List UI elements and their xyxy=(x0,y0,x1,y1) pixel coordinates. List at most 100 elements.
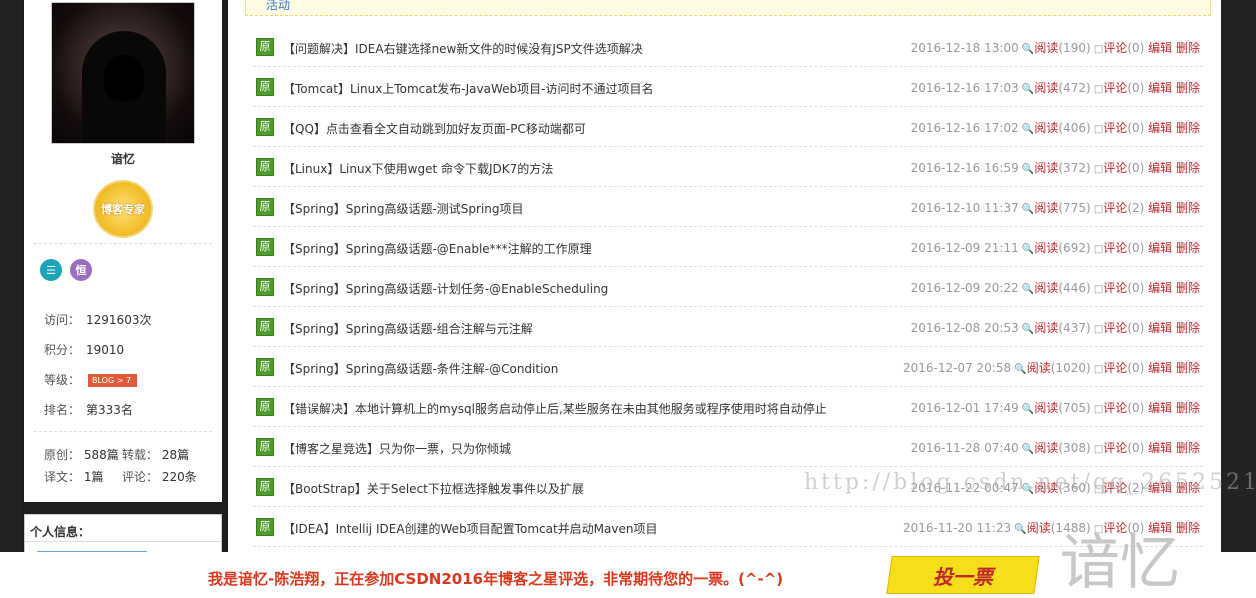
comment-link[interactable]: 评论 xyxy=(1103,81,1127,95)
article-title-link[interactable]: 【博客之星竞选】只为你一票，只为你倾城 xyxy=(283,440,511,457)
edit-link[interactable]: 编辑 xyxy=(1148,281,1172,295)
level-badge[interactable]: BLOG > 7 xyxy=(88,374,138,387)
delete-link[interactable]: 删除 xyxy=(1176,321,1200,335)
article-title-link[interactable]: 【Linux】Linux下使用wget 命令下载JDK7的方法 xyxy=(283,160,553,177)
read-link[interactable]: 阅读 xyxy=(1034,441,1058,455)
username[interactable]: 谙忆 xyxy=(24,150,222,167)
article-meta: 2016-12-07 20:58 🔍阅读(1020) □评论(0) 编辑 删除 xyxy=(903,359,1200,376)
article-date: 2016-12-09 21:11 xyxy=(910,241,1019,255)
article-date: 2016-12-09 20:22 xyxy=(910,281,1019,295)
delete-link[interactable]: 删除 xyxy=(1176,201,1200,215)
article-row: 原【Spring】Spring高级话题-计划任务-@EnableScheduli… xyxy=(253,267,1203,307)
comment-icon: □ xyxy=(1090,324,1104,335)
edit-link[interactable]: 编辑 xyxy=(1148,161,1172,175)
article-row: 原【Spring】Spring高级话题-条件注解-@Condition 2016-… xyxy=(253,347,1203,387)
delete-link[interactable]: 删除 xyxy=(1176,441,1200,455)
read-link[interactable]: 阅读 xyxy=(1027,361,1051,375)
left-background-strip xyxy=(0,0,22,552)
comment-link[interactable]: 评论 xyxy=(1103,361,1127,375)
edit-link[interactable]: 编辑 xyxy=(1148,241,1172,255)
read-link[interactable]: 阅读 xyxy=(1034,81,1058,95)
edit-link[interactable]: 编辑 xyxy=(1148,321,1172,335)
delete-link[interactable]: 删除 xyxy=(1176,161,1200,175)
article-title-link[interactable]: 【QQ】点击查看全文自动跳到加好友页面-PC移动端都可 xyxy=(283,120,586,137)
article-title-link[interactable]: 【错误解决】本地计算机上的mysql服务启动停止后,某些服务在未由其他服务或程序… xyxy=(283,400,827,417)
delete-link[interactable]: 删除 xyxy=(1176,41,1200,55)
profile-sidebar: 谙忆 博客专家 ☰ 恒 访问： 1291603次 积分： 19010 等级： BLOG… xyxy=(24,0,222,502)
delete-link[interactable]: 删除 xyxy=(1176,361,1200,375)
article-date: 2016-12-10 11:37 xyxy=(910,201,1019,215)
edit-link[interactable]: 编辑 xyxy=(1148,41,1172,55)
article-row: 原【Spring】Spring高级话题-测试Spring项目 2016-12-10… xyxy=(253,187,1203,227)
comment-link[interactable]: 评论 xyxy=(1103,121,1127,135)
delete-link[interactable]: 删除 xyxy=(1176,241,1200,255)
edit-link[interactable]: 编辑 xyxy=(1148,401,1172,415)
read-link[interactable]: 阅读 xyxy=(1034,401,1058,415)
comment-link[interactable]: 评论 xyxy=(1103,401,1127,415)
comment-link[interactable]: 评论 xyxy=(1103,321,1127,335)
read-link[interactable]: 阅读 xyxy=(1034,241,1058,255)
original-tag: 原 xyxy=(256,198,274,216)
article-title-link[interactable]: 【Spring】Spring高级话题-条件注解-@Condition xyxy=(283,360,558,377)
article-meta: 2016-12-08 20:53 🔍阅读(437) □评论(0) 编辑 删除 xyxy=(911,319,1200,336)
article-title-link[interactable]: 【Spring】Spring高级话题-计划任务-@EnableSchedulin… xyxy=(283,280,608,297)
article-title-link[interactable]: 【Spring】Spring高级话题-测试Spring项目 xyxy=(283,200,524,217)
points-value: 19010 xyxy=(86,343,125,357)
article-title-link[interactable]: 【问题解决】IDEA右键选择new新文件的时候没有JSP文件选项解决 xyxy=(283,40,643,57)
visits-label: 访问： xyxy=(44,313,81,327)
read-link[interactable]: 阅读 xyxy=(1034,201,1058,215)
read-link[interactable]: 阅读 xyxy=(1034,321,1058,335)
heng-badge-icon[interactable]: 恒 xyxy=(70,259,92,281)
edit-link[interactable]: 编辑 xyxy=(1148,441,1172,455)
personal-info-header: 个人信息： xyxy=(30,525,91,539)
delete-link[interactable]: 删除 xyxy=(1176,281,1200,295)
vote-button[interactable]: 投一票 xyxy=(886,556,1040,594)
read-link[interactable]: 阅读 xyxy=(1034,41,1058,55)
comment-link[interactable]: 评论 xyxy=(1103,201,1127,215)
edit-link[interactable]: 编辑 xyxy=(1148,81,1172,95)
comment-link[interactable]: 评论 xyxy=(1103,161,1127,175)
edit-link[interactable]: 编辑 xyxy=(1148,121,1172,135)
article-title-link[interactable]: 【Spring】Spring高级话题-@Enable***注解的工作原理 xyxy=(283,240,592,257)
read-link[interactable]: 阅读 xyxy=(1034,281,1058,295)
comment-link[interactable]: 评论 xyxy=(1103,281,1127,295)
original-tag: 原 xyxy=(256,238,274,256)
watermark-name: 谙忆 xyxy=(1060,528,1180,598)
delete-link[interactable]: 删除 xyxy=(1176,121,1200,135)
article-meta: 2016-12-16 17:03 🔍阅读(472) □评论(0) 编辑 删除 xyxy=(911,79,1200,96)
edit-link[interactable]: 编辑 xyxy=(1148,361,1172,375)
blog-expert-medal-icon[interactable]: 博客专家 xyxy=(93,180,153,238)
read-count: (437) xyxy=(1058,321,1091,335)
read-link[interactable]: 阅读 xyxy=(1034,161,1058,175)
search-icon: 🔍 xyxy=(1018,84,1035,95)
comment-count: (0) xyxy=(1127,401,1145,415)
read-link[interactable]: 阅读 xyxy=(1034,121,1058,135)
rank-stat: 排名： 第333名 xyxy=(44,401,133,418)
comment-icon: □ xyxy=(1090,44,1104,55)
search-icon: 🔍 xyxy=(1018,204,1035,215)
list-icon[interactable]: ☰ xyxy=(40,259,62,281)
edit-link[interactable]: 编辑 xyxy=(1148,201,1172,215)
read-link[interactable]: 阅读 xyxy=(1027,521,1051,535)
vote-message: 我是谙忆-陈浩翔，正在参加CSDN2016年博客之星评选，非常期待您的一票。(^… xyxy=(208,570,784,588)
comment-link[interactable]: 评论 xyxy=(1103,441,1127,455)
delete-link[interactable]: 删除 xyxy=(1176,401,1200,415)
read-count: (446) xyxy=(1058,281,1091,295)
article-title-link[interactable]: 【Spring】Spring高级话题-组合注解与元注解 xyxy=(283,320,533,337)
search-icon: 🔍 xyxy=(1018,44,1035,55)
article-meta: 2016-12-10 11:37 🔍阅读(775) □评论(2) 编辑 删除 xyxy=(911,199,1200,216)
avatar[interactable] xyxy=(51,2,195,144)
read-count: (190) xyxy=(1058,41,1091,55)
points-stat: 积分： 19010 xyxy=(44,341,124,358)
article-title-link[interactable]: 【BootStrap】关于Select下拉框选择触发事件以及扩展 xyxy=(283,480,584,497)
article-title-link[interactable]: 【Tomcat】Linux上Tomcat发布-JavaWeb项目-访问时不通过项… xyxy=(283,80,653,97)
comment-icon: □ xyxy=(1090,284,1104,295)
read-count: (775) xyxy=(1058,201,1091,215)
article-title-link[interactable]: 【IDEA】Intellij IDEA创建的Web项目配置Tomcat并启动Ma… xyxy=(283,520,657,537)
comment-link[interactable]: 评论 xyxy=(1103,41,1127,55)
notice-link[interactable]: 活动 xyxy=(266,0,290,13)
article-row: 原【QQ】点击查看全文自动跳到加好友页面-PC移动端都可 2016-12-16 1… xyxy=(253,107,1203,147)
delete-link[interactable]: 删除 xyxy=(1176,81,1200,95)
comment-link[interactable]: 评论 xyxy=(1103,241,1127,255)
comment-count: (0) xyxy=(1127,121,1145,135)
